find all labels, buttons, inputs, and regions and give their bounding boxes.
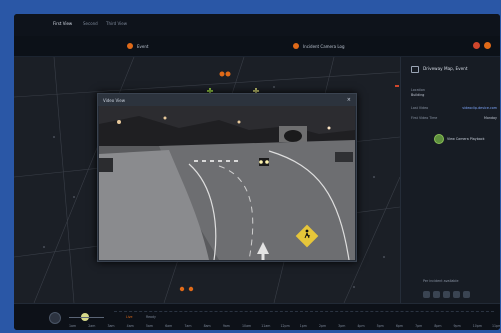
alert-event-label[interactable]: Event [137, 44, 148, 49]
tool-icon[interactable] [443, 291, 450, 298]
timeline-hour-label: 5am [145, 324, 153, 328]
view-playback-label: View Camera Playback [447, 137, 485, 141]
record-icon[interactable] [473, 42, 480, 49]
panel-icon [411, 66, 419, 73]
tab-second[interactable]: Second [83, 21, 98, 26]
alert-icon[interactable] [484, 42, 491, 49]
right-panel: Driveway Map, Event Location Building La… [400, 57, 500, 303]
tab-first-view[interactable]: First View [53, 21, 72, 26]
panel-footer-label: Per incident available [423, 279, 459, 283]
tool-icon[interactable] [463, 291, 470, 298]
timeline-hour-label: 3am [107, 324, 115, 328]
alert-incident-icon[interactable] [293, 43, 299, 49]
timeline-hour-label: 9am [222, 324, 230, 328]
tab-third-view[interactable]: Third View [106, 21, 127, 26]
row-last-video-value[interactable]: videoclip.device.com [462, 106, 497, 110]
row-location-value: Building [411, 93, 425, 97]
row-first-video-label: First Video Time [411, 116, 438, 120]
timeline-hour-label: 4pm [357, 324, 365, 328]
timeline-hour-label: 9pm [453, 324, 461, 328]
timeline-hour-label: 8pm [434, 324, 442, 328]
close-icon[interactable]: × [347, 97, 351, 103]
row-first-video-value: Monday [483, 116, 497, 120]
timeline-hour-label: 11pm [492, 324, 500, 328]
timeline-hour-label: 5pm [376, 324, 384, 328]
timeline-hour-label: 6am [165, 324, 173, 328]
alert-event-icon[interactable] [127, 43, 133, 49]
panel-title: Driveway Map, Event [423, 66, 468, 71]
app-window: First View Second Third View Event Incid… [14, 14, 500, 330]
tool-icon[interactable] [433, 291, 440, 298]
tool-icon[interactable] [453, 291, 460, 298]
timeline-hour-label: 6pm [395, 324, 404, 328]
timeline-hour-label: 10am [242, 324, 252, 328]
timeline-hour-label: 10pm [472, 324, 482, 328]
timeline-hour-label: 12pm [280, 324, 290, 328]
alert-toolbar: Event Incident Camera Log [14, 36, 500, 57]
modal-header: Video View × [98, 94, 356, 106]
timeline-hour-label: 7pm [415, 324, 423, 328]
panel-icon-row [423, 291, 470, 298]
timeline-hour-label: 2pm [318, 324, 327, 328]
timeline-hour-label: 4am [126, 324, 134, 328]
camera-video-feed[interactable] [99, 106, 355, 260]
timeline-bar: Live Ready 1am 2am 3am 4am 5am 6am 7am 8am 9am 10… [14, 303, 500, 330]
playback-icon [434, 134, 444, 144]
play-icon[interactable] [49, 312, 61, 324]
timeline-hour-label: 2am [88, 324, 96, 328]
scrub-track [69, 316, 104, 318]
tool-icon[interactable] [423, 291, 430, 298]
video-modal: Video View × [97, 93, 357, 262]
timeline-hour-label: 1pm [299, 324, 307, 328]
modal-title: Video View [103, 97, 125, 103]
tab-bar: First View Second Third View [14, 14, 500, 37]
view-playback-button[interactable]: View Camera Playback [434, 134, 485, 144]
alert-incident-label[interactable]: Incident Camera Log [303, 44, 345, 49]
row-last-video-label: Last Video [411, 106, 429, 110]
timeline-track[interactable] [114, 311, 494, 325]
timeline-hour-label: 3pm [338, 324, 346, 328]
row-location-label: Location [411, 88, 425, 92]
camera-image [99, 106, 355, 260]
timeline-hour-label: 7am [184, 324, 192, 328]
timeline-hour-label: 11am [261, 324, 271, 328]
timeline-hour-label: 8am [203, 324, 211, 328]
timeline-hour-label: 1am [69, 324, 77, 328]
